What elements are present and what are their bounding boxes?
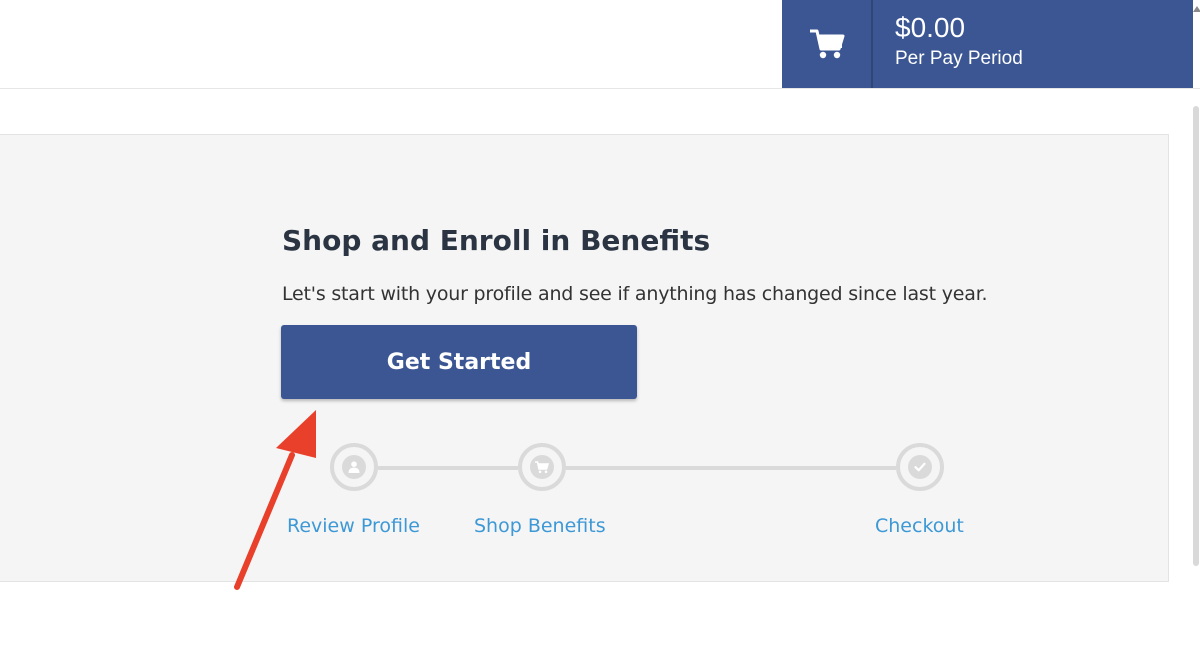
step-label-checkout[interactable]: Checkout	[875, 513, 964, 539]
shopping-cart-icon	[535, 461, 550, 474]
page-title: Shop and Enroll in Benefits	[282, 224, 711, 257]
page-subtitle: Let's start with your profile and see if…	[282, 283, 988, 305]
checkmark-icon	[914, 462, 926, 472]
step-shop-benefits	[518, 443, 566, 491]
shopping-cart-icon	[810, 29, 845, 59]
cart-period-label: Per Pay Period	[895, 48, 1023, 69]
scrollbar[interactable]	[1192, 90, 1200, 590]
step-label-shop-benefits[interactable]: Shop Benefits	[474, 513, 606, 539]
cart-total[interactable]: $0.00 Per Pay Period	[873, 0, 1193, 88]
cart-amount: $0.00	[895, 12, 966, 43]
step-review-profile	[330, 443, 378, 491]
user-icon	[348, 461, 360, 473]
get-started-button[interactable]: Get Started	[281, 325, 637, 399]
progress-connector	[566, 466, 896, 470]
top-header: $0.00 Per Pay Period	[0, 0, 1200, 89]
step-checkout	[896, 443, 944, 491]
cart-button[interactable]	[782, 0, 872, 88]
scroll-up-arrow-icon[interactable]	[1193, 6, 1200, 12]
scrollbar-thumb[interactable]	[1193, 106, 1199, 566]
progress-connector	[378, 466, 518, 470]
step-label-review-profile[interactable]: Review Profile	[287, 513, 420, 539]
